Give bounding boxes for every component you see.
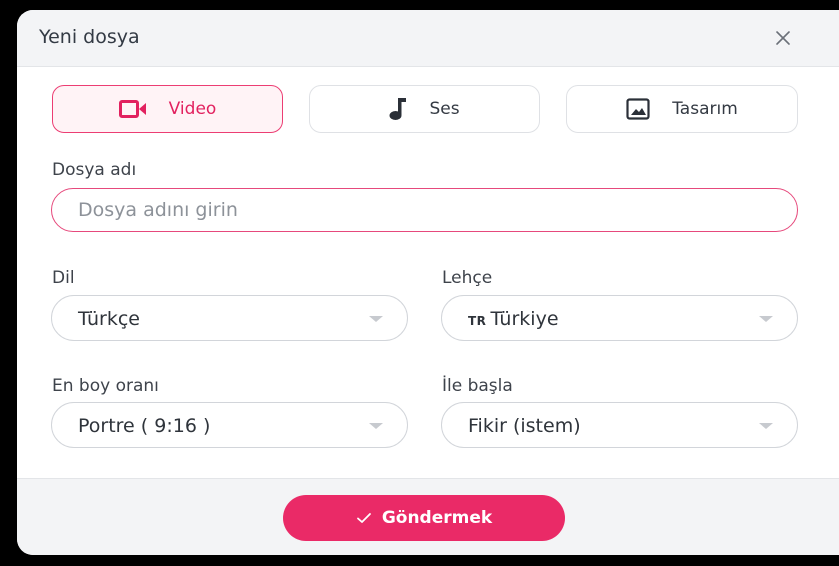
dialect-value: Türkiye <box>490 308 559 330</box>
type-video-button[interactable]: Video <box>52 85 283 133</box>
start-with-value: Fikir (istem) <box>468 415 581 437</box>
file-name-input[interactable] <box>51 188 798 232</box>
dialect-value-wrap: TR Türkiye <box>468 308 559 330</box>
language-value: Türkçe <box>78 308 140 330</box>
type-video-label: Video <box>168 98 217 119</box>
tr-flag-icon: TR <box>468 314 487 328</box>
close-button[interactable] <box>771 26 795 50</box>
submit-button[interactable]: Göndermek <box>283 495 565 541</box>
dialog-header: Yeni dosya <box>17 10 839 67</box>
chevron-down-icon <box>369 316 383 322</box>
type-audio-label: Ses <box>429 98 460 119</box>
dialog-title: Yeni dosya <box>39 26 140 48</box>
start-with-select[interactable]: Fikir (istem) <box>441 402 798 448</box>
aspect-ratio-select[interactable]: Portre ( 9:16 ) <box>51 402 408 448</box>
type-design-button[interactable]: Tasarım <box>566 85 798 133</box>
language-select[interactable]: Türkçe <box>51 295 408 341</box>
chevron-down-icon <box>369 423 383 429</box>
start-with-label: İle başla <box>442 376 513 396</box>
video-camera-icon <box>118 100 146 118</box>
close-icon <box>776 31 790 45</box>
chevron-down-icon <box>759 423 773 429</box>
chevron-down-icon <box>759 316 773 322</box>
music-note-icon <box>389 98 407 120</box>
aspect-ratio-value: Portre ( 9:16 ) <box>78 415 211 437</box>
type-audio-button[interactable]: Ses <box>309 85 540 133</box>
dialect-label: Lehçe <box>442 268 493 288</box>
image-icon <box>626 98 650 120</box>
dialog-footer: Göndermek <box>17 478 839 555</box>
dialect-select[interactable]: TR Türkiye <box>441 295 798 341</box>
file-name-label: Dosya adı <box>52 160 137 180</box>
new-file-dialog: Yeni dosya Video Ses Tasarım Dosya adı D… <box>17 10 839 555</box>
submit-label: Göndermek <box>381 508 493 528</box>
aspect-ratio-label: En boy oranı <box>52 376 159 396</box>
check-icon <box>356 513 371 523</box>
language-label: Dil <box>52 268 75 288</box>
type-design-label: Tasarım <box>672 98 738 119</box>
